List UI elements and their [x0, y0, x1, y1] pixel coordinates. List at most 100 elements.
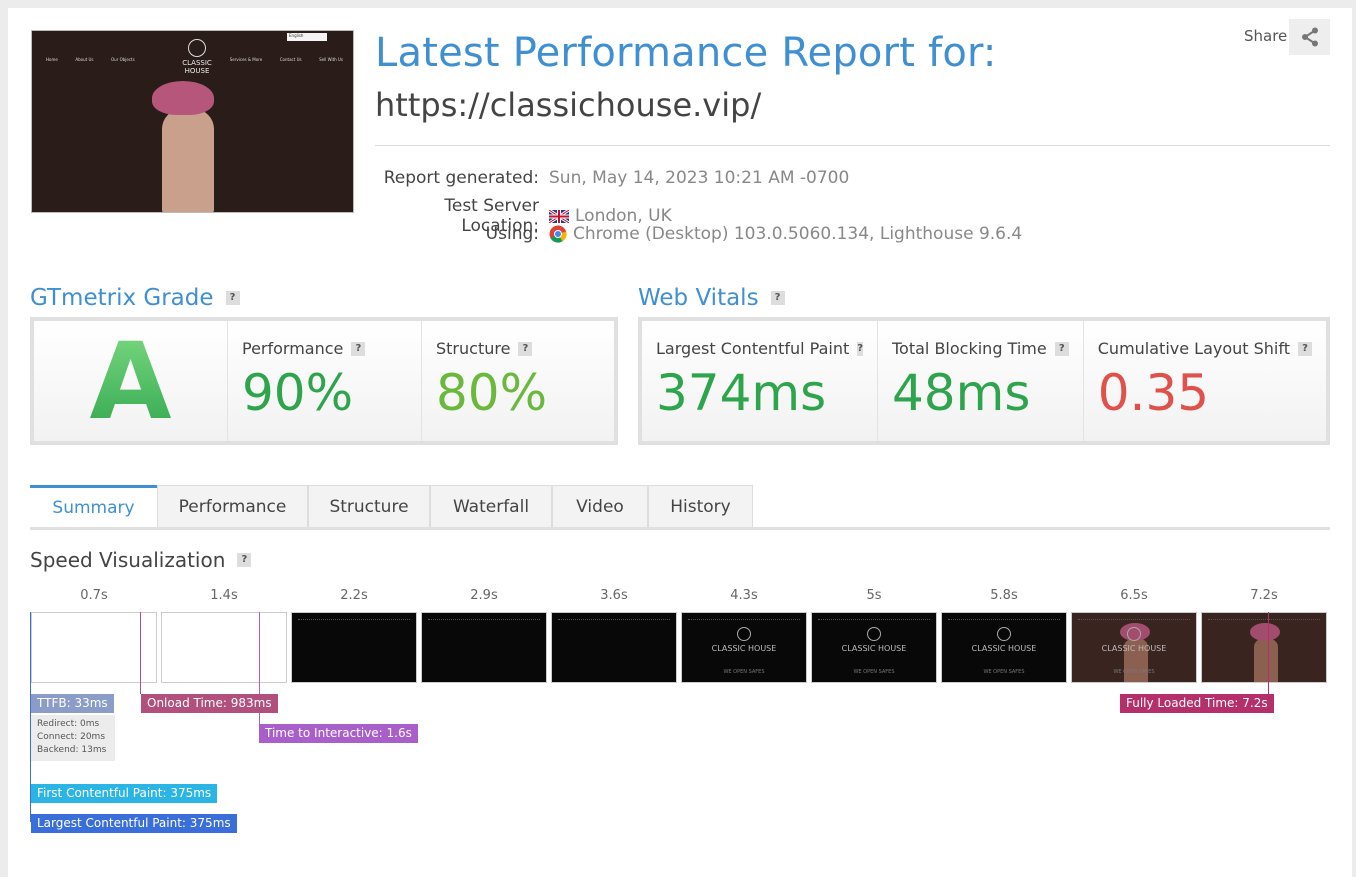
- thumbnail-nav-item: Services & More: [229, 57, 263, 62]
- frame-tagline: WE OPEN SAFES: [853, 669, 895, 675]
- meta-report-generated: Report generated: Sun, May 14, 2023 10:2…: [383, 168, 850, 188]
- tbt-vital: Total Blocking Time? 48ms: [878, 321, 1084, 441]
- timeline-tick-label: 5.8s: [990, 588, 1018, 603]
- thumbnail-nav: Home About Us Our Objects Services & Mor…: [46, 57, 343, 62]
- thumbnail-nav-item: Sell With Us: [319, 57, 343, 62]
- help-icon[interactable]: ?: [857, 341, 864, 356]
- help-icon[interactable]: ?: [1298, 341, 1312, 356]
- help-icon[interactable]: ?: [770, 291, 785, 305]
- frame-tagline: WE OPEN SAFES: [1113, 669, 1155, 675]
- lcp-vital: Largest Contentful Paint? 374ms: [642, 321, 878, 441]
- frame-figure: [1254, 639, 1278, 682]
- frame-brand-logo: CLASSIC HOUSE: [682, 627, 806, 653]
- tbt-value: 48ms: [892, 364, 1031, 422]
- thumbnail-hat: [152, 81, 214, 115]
- timeline-tick-label: 2.9s: [470, 588, 498, 603]
- frame-nav-line: [1078, 619, 1190, 620]
- fully-loaded-marker-line: [1268, 612, 1269, 694]
- frame-nav-line: [558, 619, 670, 620]
- help-icon[interactable]: ?: [237, 553, 252, 567]
- performance-score: Performance? 90%: [228, 321, 422, 441]
- uk-flag-icon: [549, 209, 569, 223]
- thumbnail-nav-item: Our Objects: [110, 57, 135, 62]
- ttfb-breakdown: Redirect: 0ms Connect: 20ms Backend: 13m…: [31, 715, 115, 761]
- speed-visualization-heading: Speed Visualization ?: [30, 548, 252, 572]
- brand-logo-icon: [737, 627, 751, 641]
- frame-tagline: WE OPEN SAFES: [723, 669, 765, 675]
- brand-logo-icon: [188, 39, 206, 57]
- grade-panel: A Performance? 90% Structure? 80%: [30, 317, 618, 445]
- gtmetrix-grade-heading: GTmetrix Grade ?: [30, 285, 240, 311]
- web-vitals-heading: Web Vitals ?: [638, 285, 785, 311]
- thumbnail-figure: [162, 109, 214, 212]
- header-divider: [375, 145, 1330, 146]
- filmstrip-frame[interactable]: [31, 612, 157, 683]
- cls-vital: Cumulative Layout Shift? 0.35: [1083, 321, 1326, 441]
- tab-performance[interactable]: Performance: [157, 485, 308, 527]
- timeline-tick-label: 0.7s: [80, 588, 108, 603]
- filmstrip-frame[interactable]: [1201, 612, 1327, 683]
- report-page: English CLASSIC HOUSE Home About Us Our …: [8, 8, 1352, 877]
- help-icon[interactable]: ?: [225, 291, 240, 305]
- timeline-tick-label: 1.4s: [210, 588, 238, 603]
- filmstrip-frame[interactable]: CLASSIC HOUSE WE OPEN SAFES: [1071, 612, 1197, 683]
- brand-logo-icon: [1127, 627, 1141, 641]
- site-screenshot-thumbnail[interactable]: English CLASSIC HOUSE Home About Us Our …: [31, 30, 354, 213]
- grade-letter: A: [89, 319, 172, 443]
- filmstrip-frame[interactable]: [161, 612, 287, 683]
- grade-cell: A: [34, 319, 228, 443]
- lcp-value: 374ms: [656, 364, 827, 422]
- filmstrip-frame[interactable]: CLASSIC HOUSE WE OPEN SAFES: [811, 612, 937, 683]
- frame-brand-logo: CLASSIC HOUSE: [812, 627, 936, 653]
- tab-summary[interactable]: Summary: [30, 485, 157, 527]
- timeline-tick-label: 3.6s: [600, 588, 628, 603]
- help-icon[interactable]: ?: [1054, 341, 1069, 356]
- frame-nav-line: [688, 619, 800, 620]
- filmstrip-frame[interactable]: [551, 612, 677, 683]
- tab-video[interactable]: Video: [552, 485, 648, 527]
- help-icon[interactable]: ?: [351, 341, 366, 356]
- structure-value: 80%: [436, 364, 548, 422]
- filmstrip-frame[interactable]: CLASSIC HOUSE WE OPEN SAFES: [941, 612, 1067, 683]
- brand-logo-icon: [867, 627, 881, 641]
- performance-value: 90%: [242, 364, 354, 422]
- filmstrip-frame[interactable]: [291, 612, 417, 683]
- thumbnail-nav-item: Contact Us: [279, 57, 302, 62]
- help-icon[interactable]: ?: [518, 341, 533, 356]
- frame-nav-line: [818, 619, 930, 620]
- brand-logo-icon: [997, 627, 1011, 641]
- report-url[interactable]: https://classichouse.vip/: [375, 86, 761, 124]
- filmstrip-frame[interactable]: [421, 612, 547, 683]
- meta-using: Using: Chrome (Desktop) 103.0.5060.134, …: [485, 224, 1023, 244]
- tab-waterfall[interactable]: Waterfall: [430, 485, 552, 527]
- timeline-tick-label: 6.5s: [1120, 588, 1148, 603]
- chrome-icon: [549, 225, 567, 243]
- onload-marker-line: [140, 612, 141, 694]
- frame-nav-line: [1208, 619, 1320, 620]
- fcp-label[interactable]: First Contentful Paint: 375ms: [31, 784, 218, 803]
- timeline-tick-label: 7.2s: [1250, 588, 1278, 603]
- language-selector: English: [287, 33, 327, 41]
- thumbnail-nav-item: Home: [46, 57, 58, 62]
- share-button[interactable]: [1289, 19, 1330, 55]
- share-icon: [1301, 27, 1318, 47]
- onload-time-label[interactable]: Onload Time: 983ms: [141, 694, 278, 713]
- frame-tagline: WE OPEN SAFES: [983, 669, 1025, 675]
- tab-history[interactable]: History: [648, 485, 753, 527]
- tti-label[interactable]: Time to Interactive: 1.6s: [259, 724, 418, 743]
- share-label: Share: [1244, 27, 1288, 45]
- lcp-label[interactable]: Largest Contentful Paint: 375ms: [31, 814, 237, 833]
- tab-structure[interactable]: Structure: [308, 485, 430, 527]
- timeline-tick-label: 5s: [866, 588, 882, 603]
- report-tabs: Summary Performance Structure Waterfall …: [30, 485, 1330, 530]
- frame-nav-line: [428, 619, 540, 620]
- filmstrip-frame[interactable]: CLASSIC HOUSE WE OPEN SAFES: [681, 612, 807, 683]
- page-title: Latest Performance Report for:: [375, 30, 997, 76]
- structure-score: Structure? 80%: [422, 321, 614, 441]
- timeline-tick-label: 2.2s: [340, 588, 368, 603]
- timeline-tick-label: 4.3s: [730, 588, 758, 603]
- frame-nav-line: [298, 619, 410, 620]
- ttfb-label[interactable]: TTFB: 33ms: [31, 694, 114, 713]
- thumbnail-nav-item: About Us: [75, 57, 94, 62]
- fully-loaded-label[interactable]: Fully Loaded Time: 7.2s: [1120, 694, 1274, 713]
